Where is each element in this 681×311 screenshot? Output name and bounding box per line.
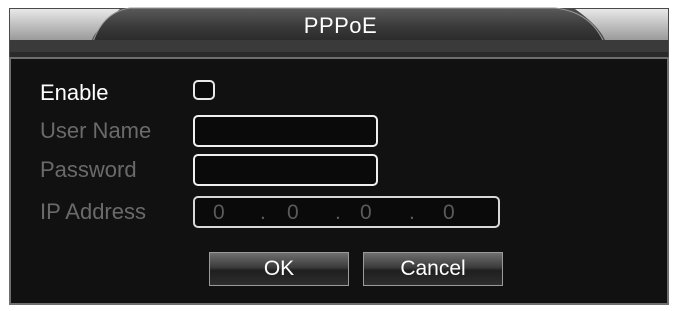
ok-button[interactable]: OK [209, 252, 349, 286]
ip-octet-4[interactable]: 0 [443, 201, 455, 225]
ip-separator: . [260, 201, 266, 224]
cancel-button[interactable]: Cancel [363, 252, 503, 286]
enable-checkbox[interactable] [193, 80, 215, 100]
ip-separator: . [335, 201, 341, 224]
ip-address-input[interactable]: 0 . 0 . 0 . 0 [193, 196, 500, 228]
ip-separator: . [409, 201, 415, 224]
dialog-title: PPPoE [303, 13, 378, 38]
ip-address-label: IP Address [40, 199, 146, 224]
enable-label: Enable [40, 80, 109, 105]
ip-octet-2[interactable]: 0 [287, 201, 299, 225]
ip-octet-3[interactable]: 0 [360, 201, 372, 225]
ip-octet-1[interactable]: 0 [213, 201, 225, 225]
user-name-input[interactable] [193, 115, 378, 147]
pppoe-dialog: PPPoE Enable User Name Password IP Addre… [0, 0, 681, 311]
password-input[interactable] [193, 154, 378, 186]
password-label: Password [40, 157, 137, 182]
user-name-label: User Name [40, 118, 152, 143]
